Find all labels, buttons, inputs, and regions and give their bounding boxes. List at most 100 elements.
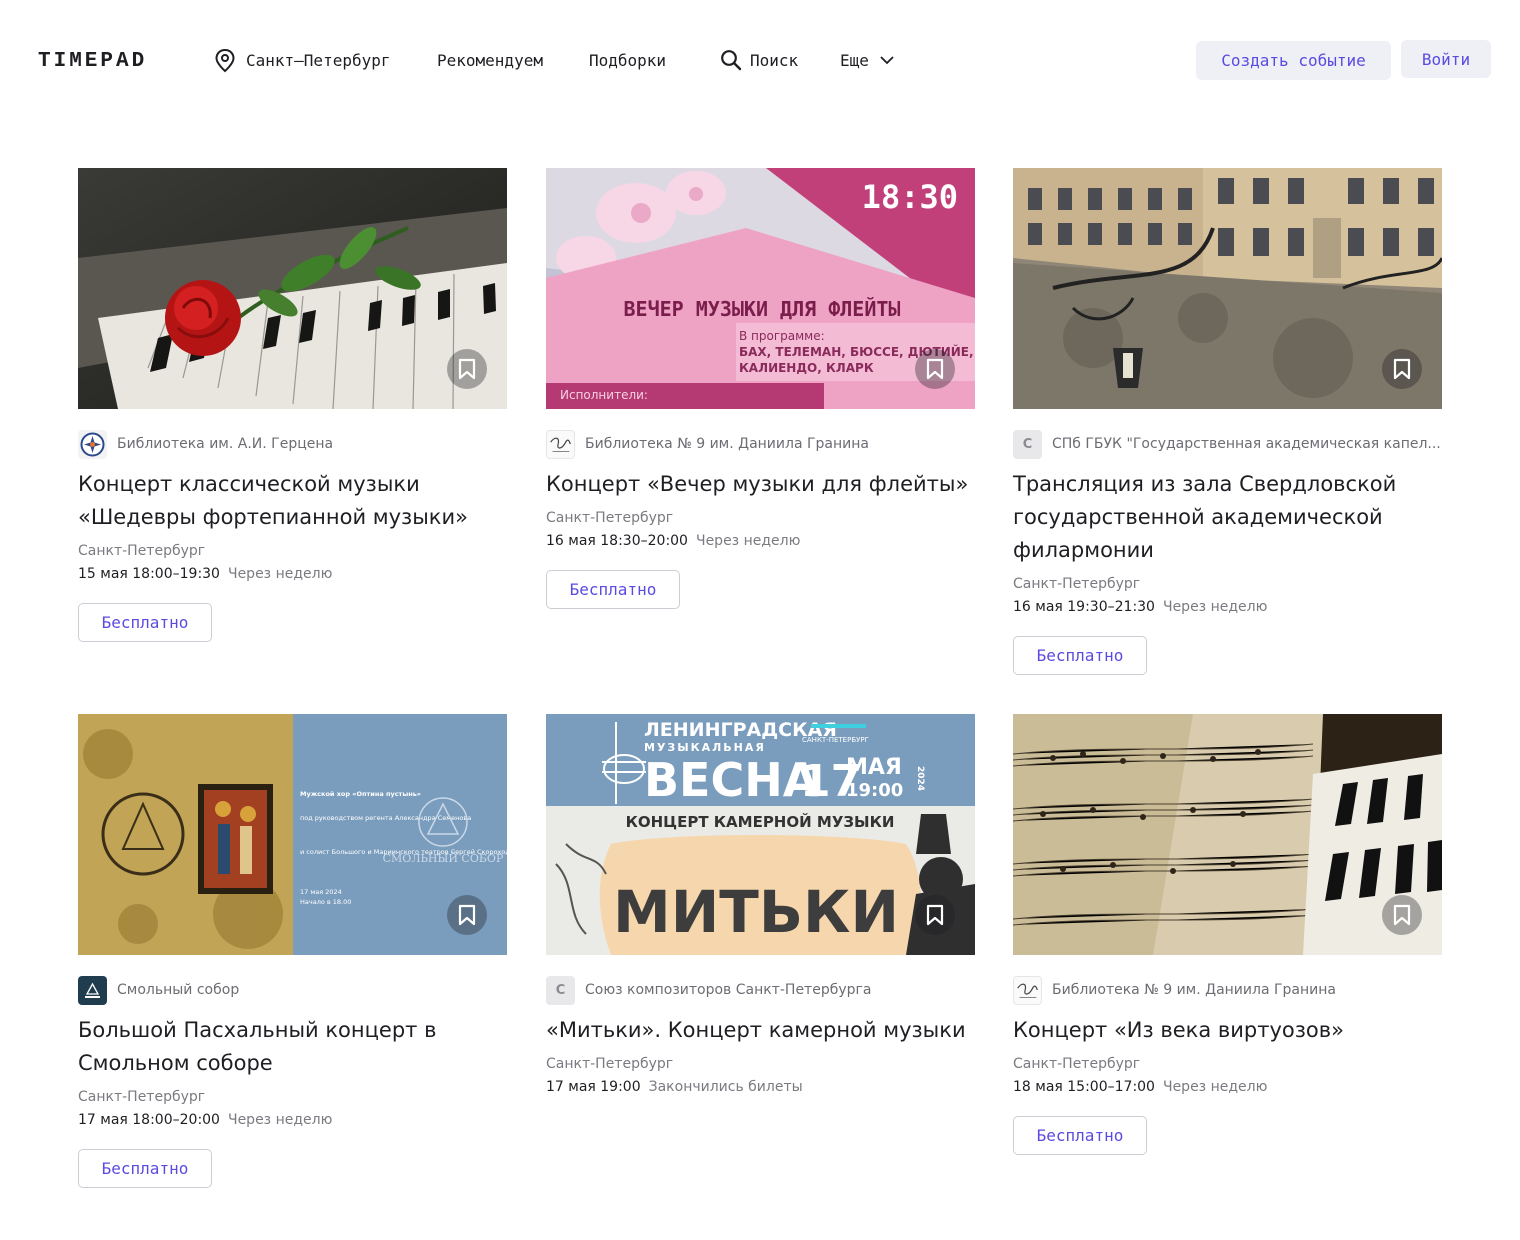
event-datetime: 16 мая 18:30–20:00 [546, 533, 688, 549]
event-datetime: 18 мая 15:00–17:00 [1013, 1079, 1155, 1095]
event-city: Санкт-Петербург [546, 510, 674, 526]
event-image[interactable] [78, 168, 507, 409]
flute-concert-poster: 18:30 ВЕЧЕР МУЗЫКИ ДЛЯ ФЛЕЙТЫ В программ… [546, 168, 975, 409]
timepad-logo[interactable]: TIMEPAD [38, 50, 147, 73]
bookmark-button[interactable] [1382, 895, 1422, 935]
event-relative-time: Через неделю [695, 533, 801, 549]
event-title[interactable]: Концерт классической музыки «Шедевры фор… [78, 468, 507, 534]
svg-text:18:30: 18:30 [862, 178, 958, 216]
bookmark-icon [458, 904, 476, 926]
organizer-name: Библиотека им. А.И. Герцена [117, 436, 334, 452]
price-button[interactable]: Бесплатно [546, 570, 680, 609]
city-label: Санкт–Петербург [246, 50, 391, 70]
svg-text:КОНЦЕРТ КАМЕРНОЙ МУЗЫКИ: КОНЦЕРТ КАМЕРНОЙ МУЗЫКИ [626, 812, 895, 831]
event-time: 15 мая 18:00–19:30 Через неделю [78, 565, 507, 583]
event-title[interactable]: Большой Пасхальный концерт в Смольном со… [78, 1014, 507, 1080]
event-title[interactable]: Трансляция из зала Свердловской государс… [1013, 468, 1442, 567]
svg-text:под руководством регента Алекс: под руководством регента Александра Семе… [300, 814, 471, 822]
bookmark-button[interactable] [447, 895, 487, 935]
event-image[interactable]: ЛЕНИНГРАДСКАЯ МУЗЫКАЛЬНАЯ ВЕСНА 17 МАЯ 1… [546, 714, 975, 955]
sheet-music-piano-photo [1013, 714, 1442, 955]
event-card: ЛЕНИНГРАДСКАЯ МУЗЫКАЛЬНАЯ ВЕСНА 17 МАЯ 1… [546, 714, 975, 1096]
svg-text:19:00: 19:00 [846, 780, 903, 801]
search-button[interactable]: Поиск [720, 48, 798, 72]
mitki-concert-poster: ЛЕНИНГРАДСКАЯ МУЗЫКАЛЬНАЯ ВЕСНА 17 МАЯ 1… [546, 714, 975, 955]
event-title[interactable]: «Митьки». Концерт камерной музыки [546, 1014, 975, 1047]
piano-rose-photo [78, 168, 507, 409]
organizer[interactable]: Библиотека № 9 им. Даниила Гранина [546, 429, 975, 459]
organizer-logo [1013, 975, 1042, 1005]
event-relative-time: Через неделю [1162, 1079, 1268, 1095]
organizer-name: Библиотека № 9 им. Даниила Гранина [1052, 982, 1336, 998]
organizer[interactable]: С Союз композиторов Санкт-Петербурга [546, 975, 975, 1005]
event-relative-time: Закончились билеты [648, 1079, 803, 1095]
organizer[interactable]: Смольный собор [78, 975, 507, 1005]
easter-concert-poster: Мужской хор «Оптина пустынь» под руковод… [78, 714, 507, 955]
svg-text:СМОЛЬНЫЙ СОБОР: СМОЛЬНЫЙ СОБОР [383, 851, 504, 865]
event-time: 17 мая 18:00–20:00 Через неделю [78, 1111, 507, 1129]
city-selector[interactable]: Санкт–Петербург [214, 48, 391, 72]
event-datetime: 17 мая 18:00–20:00 [78, 1112, 220, 1128]
bookmark-icon [926, 904, 944, 926]
event-time: 17 мая 19:00 Закончились билеты [546, 1078, 975, 1096]
event-time: 16 мая 18:30–20:00 Через неделю [546, 532, 975, 550]
event-title[interactable]: Концерт «Из века виртуозов» [1013, 1014, 1442, 1047]
login-button[interactable]: Войти [1401, 40, 1491, 78]
event-time: 18 мая 15:00–17:00 Через неделю [1013, 1078, 1442, 1096]
event-card: Мужской хор «Оптина пустынь» под руковод… [78, 714, 507, 1188]
search-label: Поиск [750, 50, 799, 70]
bookmark-button[interactable] [447, 349, 487, 389]
svg-text:17 мая 2024: 17 мая 2024 [300, 888, 342, 896]
svg-text:ВЕЧЕР МУЗЫКИ ДЛЯ ФЛЕЙТЫ: ВЕЧЕР МУЗЫКИ ДЛЯ ФЛЕЙТЫ [624, 297, 901, 321]
svg-text:САНКТ-ПЕТЕРБУРГ: САНКТ-ПЕТЕРБУРГ [802, 736, 869, 744]
more-menu[interactable]: Еще [840, 48, 895, 72]
svg-text:МИТЬКИ: МИТЬКИ [613, 878, 899, 946]
svg-text:Мужской хор «Оптина пустынь»: Мужской хор «Оптина пустынь» [300, 790, 421, 798]
organizer-logo [78, 429, 107, 459]
event-relative-time: Через неделю [227, 1112, 333, 1128]
organizer-initial: С [555, 982, 566, 998]
event-datetime: 15 мая 18:00–19:30 [78, 566, 220, 582]
organizer[interactable]: С СПб ГБУК "Государственная академическа… [1013, 429, 1442, 459]
location-pin-icon [215, 48, 235, 72]
organizer-logo: С [1013, 429, 1042, 459]
bookmark-button[interactable] [915, 895, 955, 935]
bookmark-icon [926, 358, 944, 380]
event-city: Санкт-Петербург [78, 1089, 206, 1105]
svg-text:Исполнители:: Исполнители: [560, 388, 648, 402]
event-card: Библиотека им. А.И. Герцена Концерт клас… [78, 168, 507, 642]
svg-text:В программе:: В программе: [739, 329, 825, 343]
bookmark-button[interactable] [1382, 349, 1422, 389]
price-button[interactable]: Бесплатно [1013, 636, 1147, 675]
organizer-name: Библиотека № 9 им. Даниила Гранина [585, 436, 869, 452]
event-card: 18:30 ВЕЧЕР МУЗЫКИ ДЛЯ ФЛЕЙТЫ В программ… [546, 168, 975, 609]
event-image[interactable]: Мужской хор «Оптина пустынь» под руковод… [78, 714, 507, 955]
chevron-down-icon [880, 56, 894, 65]
event-datetime: 17 мая 19:00 [546, 1079, 641, 1095]
event-city: Санкт-Петербург [546, 1056, 674, 1072]
event-image[interactable]: 18:30 ВЕЧЕР МУЗЫКИ ДЛЯ ФЛЕЙТЫ В программ… [546, 168, 975, 409]
organizer-logo [546, 429, 575, 459]
create-event-button[interactable]: Создать событие [1196, 41, 1391, 80]
event-title[interactable]: Концерт «Вечер музыки для флейты» [546, 468, 975, 501]
price-button[interactable]: Бесплатно [78, 603, 212, 642]
event-image[interactable] [1013, 168, 1442, 409]
organizer[interactable]: Библиотека им. А.И. Герцена [78, 429, 507, 459]
event-city: Санкт-Петербург [1013, 1056, 1141, 1072]
event-city: Санкт-Петербург [1013, 576, 1141, 592]
bookmark-icon [1393, 904, 1411, 926]
svg-text:Начало в 18.00: Начало в 18.00 [300, 898, 351, 906]
price-button[interactable]: Бесплатно [78, 1149, 212, 1188]
event-city: Санкт-Петербург [78, 543, 206, 559]
nav-recommend[interactable]: Рекомендуем [437, 48, 543, 72]
event-relative-time: Через неделю [227, 566, 333, 582]
organizer-initial: С [1022, 436, 1033, 452]
event-image[interactable] [1013, 714, 1442, 955]
nav-selections[interactable]: Подборки [589, 48, 666, 72]
site-header: TIMEPAD Санкт–Петербург Рекомендуем Подб… [0, 0, 1520, 120]
event-datetime: 16 мая 19:30–21:30 [1013, 599, 1155, 615]
price-button[interactable]: Бесплатно [1013, 1116, 1147, 1155]
organizer[interactable]: Библиотека № 9 им. Даниила Гранина [1013, 975, 1442, 1005]
svg-text:ВЕСНА: ВЕСНА [644, 753, 819, 807]
bookmark-button[interactable] [915, 349, 955, 389]
